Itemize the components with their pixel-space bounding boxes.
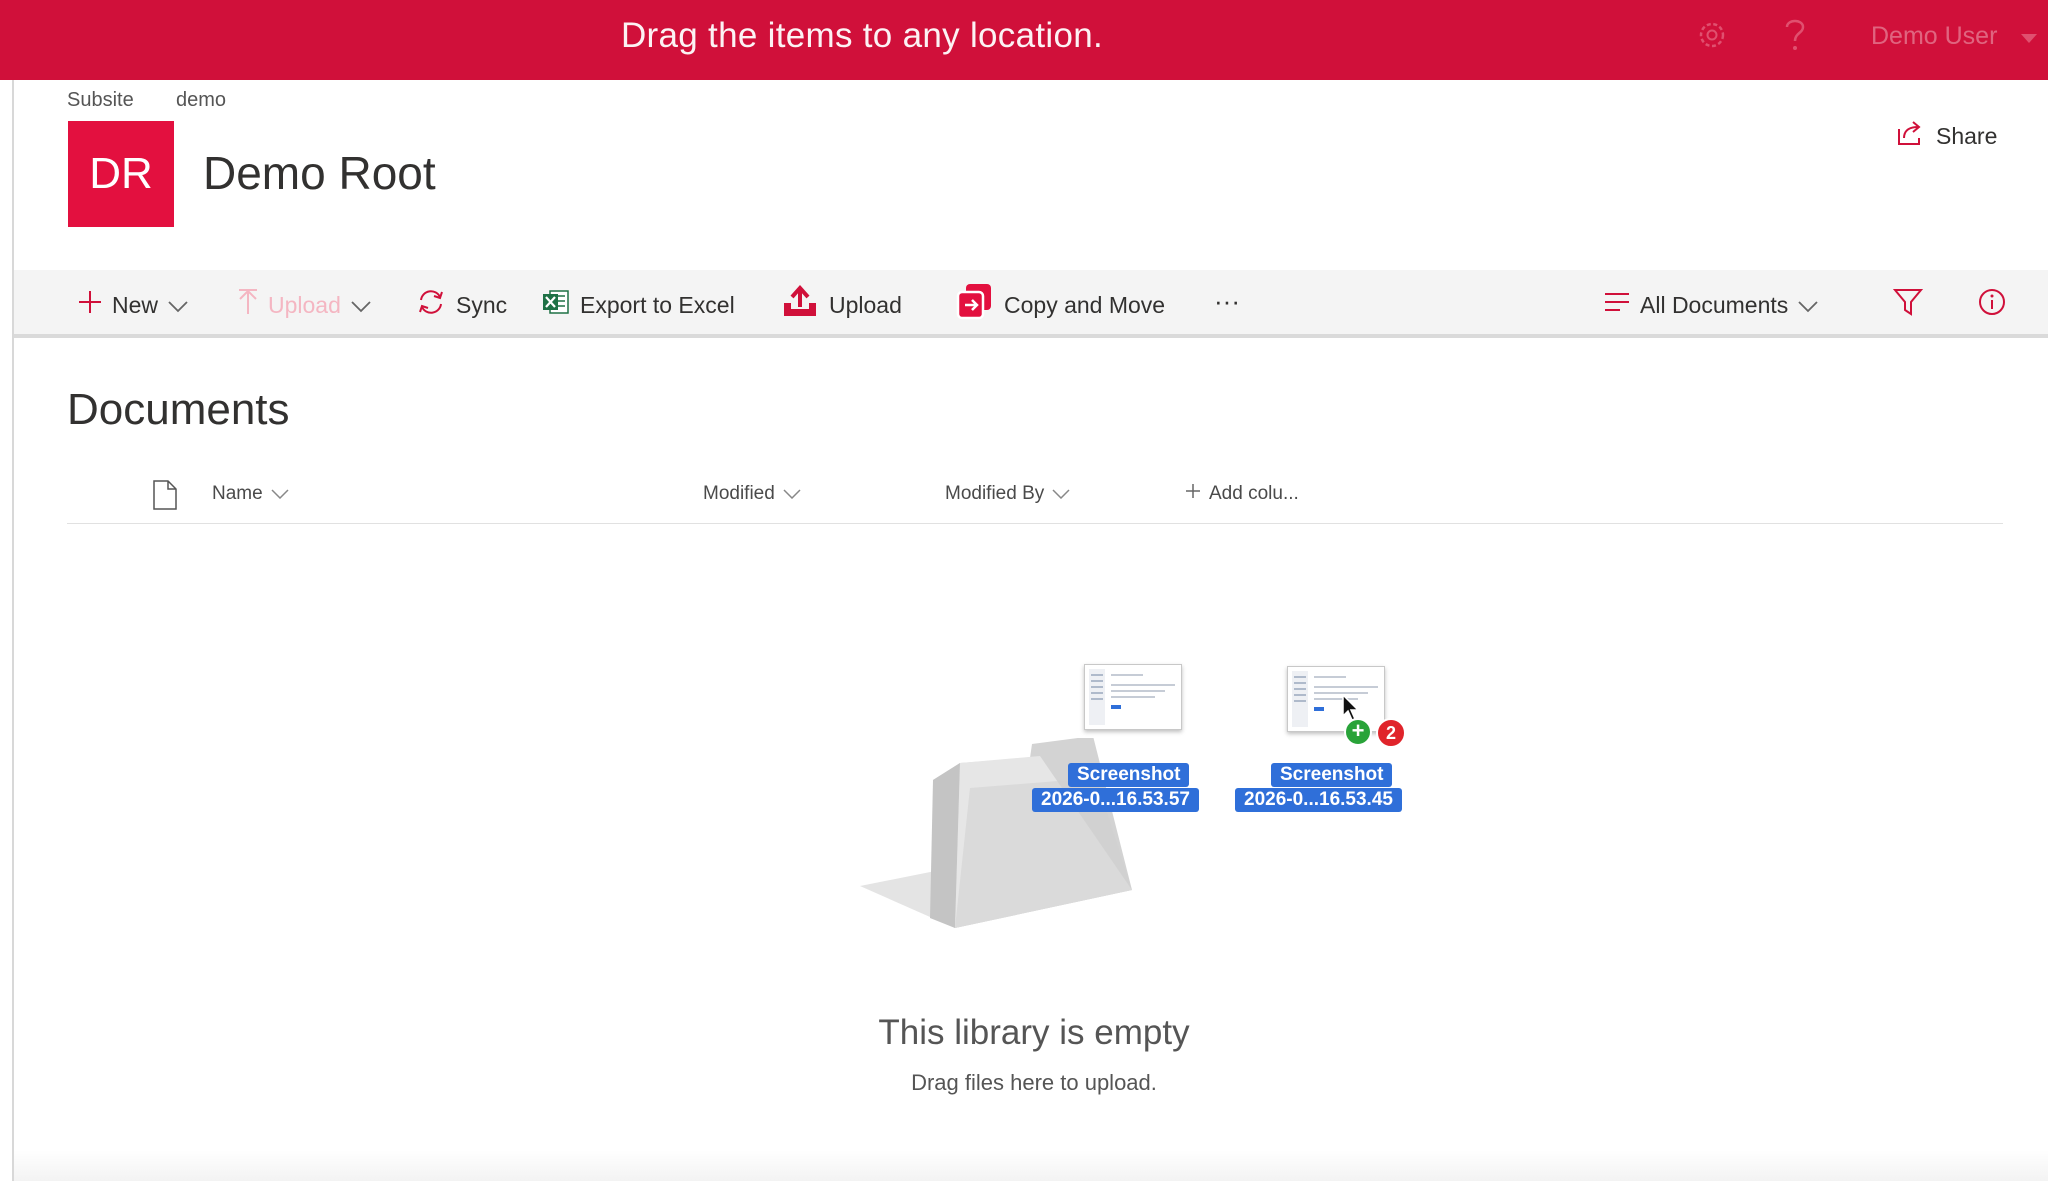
upload-label: Upload bbox=[829, 291, 902, 318]
drag-count-badge: 2 bbox=[1376, 718, 1406, 748]
add-column-label: Add colu... bbox=[1209, 483, 1299, 504]
share-icon bbox=[1896, 119, 1924, 153]
site-title[interactable]: Demo Root bbox=[203, 146, 436, 200]
column-modified-by-label: Modified By bbox=[945, 483, 1045, 504]
info-icon bbox=[1978, 288, 2006, 322]
help-icon[interactable] bbox=[1782, 16, 1808, 59]
gear-icon[interactable] bbox=[1695, 18, 1729, 57]
new-label: New bbox=[112, 291, 159, 318]
drag-item-name: 2026-0...16.53.45 bbox=[1235, 788, 1402, 812]
export-to-excel-button[interactable]: Export to Excel bbox=[542, 288, 735, 322]
column-header-name[interactable]: Name bbox=[212, 483, 289, 505]
drag-preview-thumbnail bbox=[1287, 666, 1385, 732]
chevron-down-icon bbox=[168, 292, 188, 319]
upload-arrow-icon bbox=[238, 289, 258, 321]
chevron-down-icon bbox=[1798, 292, 1818, 319]
empty-state-title: This library is empty bbox=[878, 1013, 1190, 1052]
more-commands-button[interactable]: ··· bbox=[1214, 284, 1240, 318]
sync-label: Sync bbox=[456, 291, 508, 318]
list-view-icon bbox=[1604, 291, 1630, 319]
bottom-shadow bbox=[14, 1150, 2048, 1181]
copy-and-move-button[interactable]: Copy and Move bbox=[954, 284, 1166, 322]
command-bar: New Upload Sync Export to Excel Upload C… bbox=[14, 270, 2048, 338]
chevron-down-icon bbox=[351, 292, 371, 319]
column-name-label: Name bbox=[212, 483, 263, 504]
drag-preview-thumbnail bbox=[1084, 664, 1182, 730]
suite-bar: Drag the items to any location. Demo Use… bbox=[0, 0, 2048, 80]
file-type-icon[interactable] bbox=[153, 480, 177, 515]
library-heading: Documents bbox=[67, 385, 290, 434]
chevron-down-icon bbox=[783, 483, 801, 505]
excel-icon bbox=[542, 288, 570, 322]
plus-icon bbox=[1185, 483, 1201, 505]
filter-button[interactable] bbox=[1892, 287, 1924, 323]
view-label: All Documents bbox=[1640, 291, 1789, 318]
filter-icon bbox=[1892, 287, 1924, 323]
view-selector[interactable]: All Documents bbox=[1604, 288, 1818, 322]
plus-icon bbox=[78, 290, 102, 320]
new-button[interactable]: New bbox=[78, 288, 188, 322]
share-label: Share bbox=[1936, 122, 1998, 149]
drag-instruction-banner: Drag the items to any location. bbox=[620, 16, 1104, 55]
details-pane-button[interactable] bbox=[1978, 288, 2006, 322]
copy-move-icon bbox=[954, 283, 994, 327]
chevron-down-icon bbox=[1052, 483, 1070, 505]
chevron-down-icon[interactable] bbox=[2020, 32, 2038, 50]
sync-button[interactable]: Sync bbox=[416, 288, 507, 322]
chevron-down-icon bbox=[271, 483, 289, 505]
upload-button[interactable]: Upload bbox=[781, 284, 902, 325]
user-name[interactable]: Demo User bbox=[1871, 22, 1997, 51]
add-column-button[interactable]: Add colu... bbox=[1185, 483, 1299, 505]
upload-icon bbox=[781, 284, 819, 325]
breadcrumb-subsite[interactable]: Subsite bbox=[67, 89, 134, 112]
column-header-divider bbox=[67, 523, 2003, 524]
empty-state-subtitle: Drag files here to upload. bbox=[911, 1070, 1157, 1095]
drag-item-name: Screenshot bbox=[1068, 763, 1190, 787]
upload-menu-label: Upload bbox=[268, 291, 341, 318]
column-modified-label: Modified bbox=[703, 483, 775, 504]
upload-menu-button[interactable]: Upload bbox=[238, 288, 371, 322]
breadcrumb-demo[interactable]: demo bbox=[176, 89, 226, 112]
drag-item-name: 2026-0...16.53.57 bbox=[1032, 788, 1199, 812]
export-label: Export to Excel bbox=[580, 291, 735, 318]
drag-item-name: Screenshot bbox=[1271, 763, 1393, 787]
site-logo[interactable]: DR bbox=[68, 121, 174, 227]
share-button[interactable]: Share bbox=[1896, 118, 1997, 154]
column-header-modified[interactable]: Modified bbox=[703, 483, 801, 505]
sync-icon bbox=[416, 288, 446, 322]
copy-plus-badge: + bbox=[1344, 718, 1372, 746]
column-header-modified-by[interactable]: Modified By bbox=[945, 483, 1070, 505]
copy-move-label: Copy and Move bbox=[1004, 291, 1166, 318]
